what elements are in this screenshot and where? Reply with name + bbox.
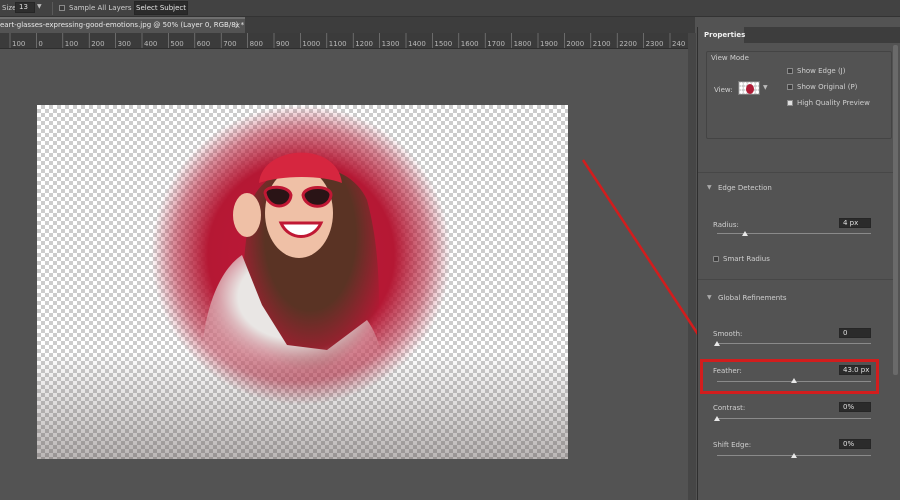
smooth-slider-thumb[interactable] (714, 341, 720, 346)
ruler-tick-label: 2300 (646, 40, 664, 48)
radius-slider-track[interactable] (717, 233, 871, 234)
ruler-tick-label: 200 (91, 40, 104, 48)
subject-photo (37, 105, 568, 459)
ruler-tick-label: 600 (197, 40, 210, 48)
radius-input[interactable]: 4 px (839, 218, 871, 228)
high-quality-preview-checkbox[interactable] (787, 100, 793, 106)
contrast-slider-track[interactable] (717, 418, 871, 419)
sample-all-layers-checkbox[interactable] (59, 5, 65, 11)
ruler-tick-label: 1800 (514, 40, 532, 48)
ruler-ticks: 100 0 100 200 300 400 500 600 700 800 900 1000 1100 1… (9, 33, 685, 48)
divider (698, 279, 893, 280)
shift-edge-slider-thumb[interactable] (791, 453, 797, 458)
smooth-label: Smooth: (713, 330, 743, 338)
ruler-tick-label: 1400 (408, 40, 426, 48)
contrast-label: Contrast: (713, 404, 746, 412)
view-mode-section (706, 51, 892, 139)
ruler-tick-label: 100 (12, 40, 25, 48)
smart-radius-checkbox[interactable] (713, 256, 719, 262)
chevron-down-icon[interactable]: ▼ (37, 3, 45, 13)
ruler-tick-label: 700 (223, 40, 236, 48)
ruler-tick-label: 500 (170, 40, 183, 48)
view-label: View: (714, 86, 733, 94)
ruler-tick-label: 240 (672, 40, 685, 48)
ruler-tick-label: 2000 (566, 40, 584, 48)
ruler-tick-label: 1200 (355, 40, 373, 48)
ruler-tick-label: 900 (276, 40, 289, 48)
divider (52, 2, 53, 15)
global-refinements-header: Global Refinements (718, 294, 787, 302)
ruler-tick-label: 2200 (619, 40, 637, 48)
divider (698, 172, 893, 173)
ruler-tick-label: 1300 (382, 40, 400, 48)
view-mode-header: View Mode (711, 54, 749, 62)
smooth-slider-track[interactable] (717, 343, 871, 344)
select-subject-button[interactable]: Select Subject (134, 1, 188, 15)
contrast-input[interactable]: 0% (839, 402, 871, 412)
ruler-tick-label: 1100 (329, 40, 347, 48)
radius-label: Radius: (713, 221, 739, 229)
chevron-down-icon[interactable]: ▼ (763, 84, 768, 91)
panel-scrollbar[interactable] (893, 45, 898, 375)
show-edge-label: Show Edge (J) (797, 67, 846, 75)
view-mode-thumbnail[interactable] (738, 81, 760, 95)
ruler-tick-label: 300 (118, 40, 131, 48)
ruler-tick-label: 1700 (487, 40, 505, 48)
ruler-tick-label: 0 (38, 40, 42, 48)
feather-highlight-box (700, 359, 879, 394)
show-original-label: Show Original (P) (797, 83, 858, 91)
chevron-down-icon[interactable]: ▼ (707, 294, 712, 301)
ruler-tick-label: 400 (144, 40, 157, 48)
show-original-checkbox[interactable] (787, 84, 793, 90)
photoshop-window: Size: 13 ▼ Sample All Layers Select Subj… (0, 0, 900, 500)
document-canvas[interactable] (37, 105, 568, 459)
smooth-input[interactable]: 0 (839, 328, 871, 338)
document-tab[interactable]: eart-glasses-expressing-good-emotions.jp… (0, 17, 245, 33)
ruler-tick-label: 800 (250, 40, 263, 48)
high-quality-preview-label: High Quality Preview (797, 99, 870, 107)
radius-slider-thumb[interactable] (741, 231, 748, 236)
ruler-tick-label: 1900 (540, 40, 558, 48)
show-edge-checkbox[interactable] (787, 68, 793, 74)
ruler-tick-label: 100 (65, 40, 78, 48)
sample-all-layers-label: Sample All Layers (69, 4, 132, 12)
ruler-tick-label: 1600 (461, 40, 479, 48)
ruler-tick-label: 1500 (434, 40, 452, 48)
contrast-slider-thumb[interactable] (714, 416, 720, 421)
size-input[interactable]: 13 (15, 2, 35, 13)
shift-edge-input[interactable]: 0% (839, 439, 871, 449)
shift-edge-label: Shift Edge: (713, 441, 752, 449)
tab-properties[interactable]: Properties (698, 27, 745, 43)
ruler-tick-label: 2100 (593, 40, 611, 48)
edge-detection-header: Edge Detection (718, 184, 772, 192)
canvas-scrollbar[interactable] (688, 33, 696, 500)
chevron-down-icon[interactable]: ▼ (707, 184, 712, 191)
horizontal-ruler: 100 0 100 200 300 400 500 600 700 800 900 1000 1100 1… (0, 33, 688, 49)
smart-radius-label: Smart Radius (723, 255, 770, 263)
close-icon[interactable]: × (234, 21, 241, 30)
bottom-shadow (37, 105, 568, 459)
panel-tab-bar: Properties (698, 27, 900, 43)
document-title: eart-glasses-expressing-good-emotions.jp… (0, 21, 245, 29)
tab-strip (245, 17, 695, 33)
properties-panel: Properties View Mode View: ▼ Show Edge (… (697, 27, 900, 500)
options-bar: Size: 13 ▼ Sample All Layers Select Subj… (0, 0, 900, 17)
ruler-tick-label: 1000 (302, 40, 320, 48)
